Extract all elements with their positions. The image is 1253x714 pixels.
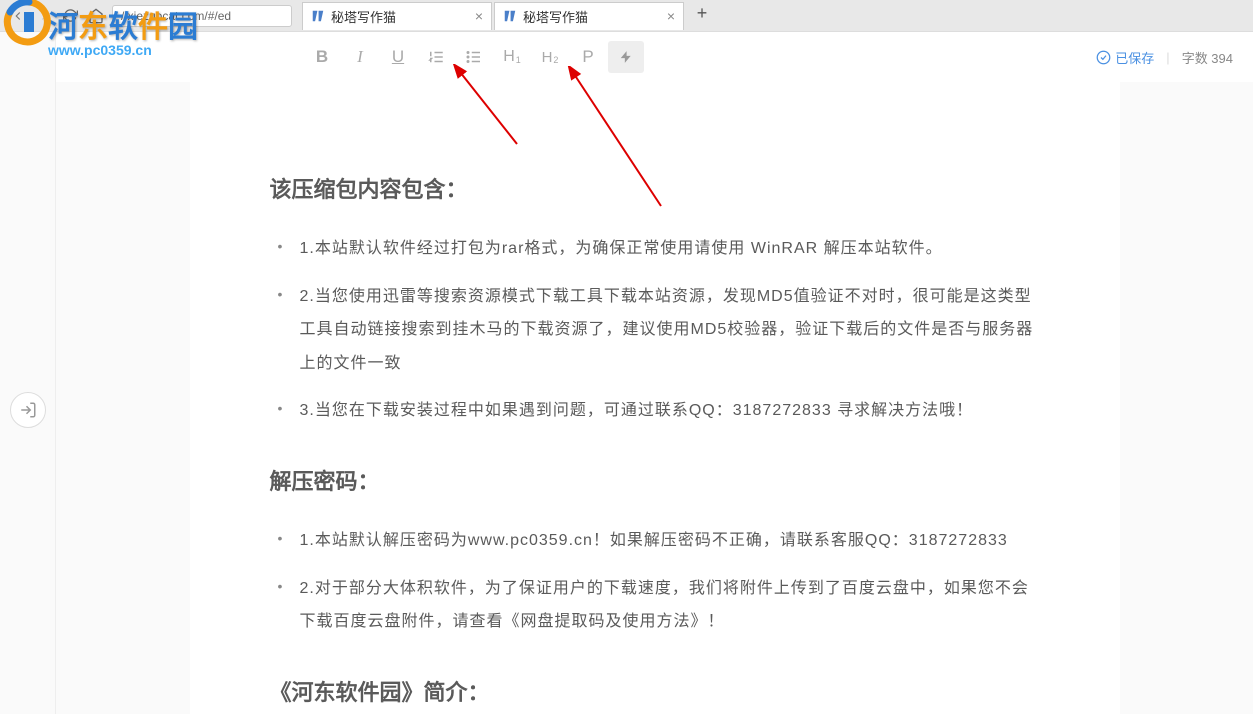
back-icon[interactable] bbox=[8, 6, 28, 26]
reload-icon[interactable] bbox=[60, 6, 80, 26]
h2-button[interactable]: H2 bbox=[532, 41, 568, 73]
bolt-button[interactable] bbox=[608, 41, 644, 73]
list-item: 3.当您在下载安装过程中如果遇到问题，可通过联系QQ：3187272833 寻求… bbox=[300, 394, 1040, 428]
list-item: 2.对于部分大体积软件，为了保证用户的下载速度，我们将附件上传到了百度云盘中，如… bbox=[300, 572, 1040, 639]
add-tab-icon[interactable]: + bbox=[690, 2, 714, 26]
tab-title: 秘塔写作猫 bbox=[331, 7, 396, 26]
italic-button[interactable]: I bbox=[342, 41, 378, 73]
browser-top-bar: //xiezuocat.com/#/ed 秘塔写作猫 × 秘塔写作猫 × + bbox=[0, 0, 1253, 32]
tab-title: 秘塔写作猫 bbox=[523, 7, 588, 26]
section-heading-1: 该压缩包内容包含： bbox=[270, 172, 1040, 204]
format-toolbar: B I U H1 H2 P 已保存 | 字数 394 bbox=[56, 32, 1253, 82]
tab-close-icon[interactable]: × bbox=[475, 8, 483, 24]
document[interactable]: 该压缩包内容包含： 1.本站默认软件经过打包为rar格式，为确保正常使用请使用 … bbox=[190, 82, 1120, 714]
tab-2[interactable]: 秘塔写作猫 × bbox=[494, 2, 684, 30]
list-item: 2.当您使用迅雷等搜索资源模式下载工具下载本站资源，发现MD5值验证不对时，很可… bbox=[300, 280, 1040, 381]
tab-strip: 秘塔写作猫 × 秘塔写作猫 × + bbox=[302, 2, 714, 30]
h1-button[interactable]: H1 bbox=[494, 41, 530, 73]
address-bar[interactable]: //xiezuocat.com/#/ed bbox=[112, 5, 292, 27]
home-icon[interactable] bbox=[86, 6, 106, 26]
list-item: 1.本站默认软件经过打包为rar格式，为确保正常使用请使用 WinRAR 解压本… bbox=[300, 232, 1040, 266]
collapse-button[interactable] bbox=[10, 392, 46, 428]
check-circle-icon bbox=[1096, 50, 1111, 65]
tab-close-icon[interactable]: × bbox=[667, 8, 675, 24]
paragraph-button[interactable]: P bbox=[570, 41, 606, 73]
section-heading-3: 《河东软件园》简介： bbox=[270, 675, 1040, 707]
list-item: 1.本站默认解压密码为www.pc0359.cn！如果解压密码不正确，请联系客服… bbox=[300, 524, 1040, 558]
section-heading-2: 解压密码： bbox=[270, 464, 1040, 496]
saved-label: 已保存 bbox=[1115, 48, 1154, 67]
word-count: 字数 394 bbox=[1182, 48, 1233, 67]
document-area: 该压缩包内容包含： 1.本站默认软件经过打包为rar格式，为确保正常使用请使用 … bbox=[56, 82, 1253, 714]
bold-button[interactable]: B bbox=[304, 41, 340, 73]
tab-1[interactable]: 秘塔写作猫 × bbox=[302, 2, 492, 30]
saved-status: 已保存 bbox=[1096, 48, 1154, 67]
underline-button[interactable]: U bbox=[380, 41, 416, 73]
unordered-list-button[interactable] bbox=[456, 41, 492, 73]
ordered-list-button[interactable] bbox=[418, 41, 454, 73]
favicon-icon bbox=[311, 9, 325, 23]
left-sidebar bbox=[0, 32, 56, 714]
forward-icon[interactable] bbox=[34, 6, 54, 26]
editor-wrap: B I U H1 H2 P 已保存 | 字数 394 该压缩包 bbox=[56, 32, 1253, 714]
favicon-icon bbox=[503, 9, 517, 23]
main-area: B I U H1 H2 P 已保存 | 字数 394 该压缩包 bbox=[0, 32, 1253, 714]
status-area: 已保存 | 字数 394 bbox=[1096, 48, 1233, 67]
divider: | bbox=[1166, 50, 1169, 65]
list-2: 1.本站默认解压密码为www.pc0359.cn！如果解压密码不正确，请联系客服… bbox=[270, 524, 1040, 639]
url-text: //xiezuocat.com/#/ed bbox=[121, 9, 231, 23]
list-1: 1.本站默认软件经过打包为rar格式，为确保正常使用请使用 WinRAR 解压本… bbox=[270, 232, 1040, 428]
